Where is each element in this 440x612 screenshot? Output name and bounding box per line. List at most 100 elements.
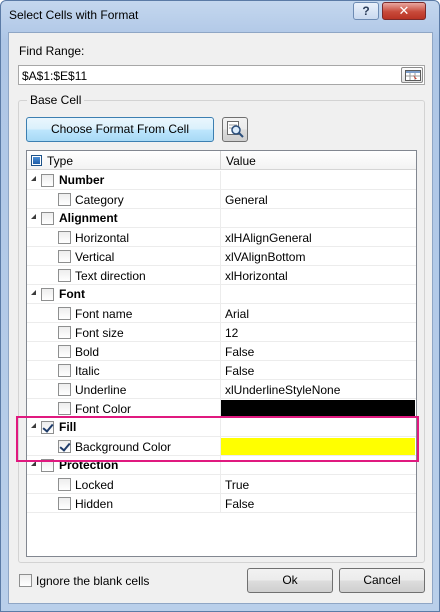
item-label: Font Color [75,402,132,416]
tree-item-row[interactable]: Bold False [27,342,416,361]
item-value: False [225,364,255,378]
cancel-button[interactable]: Cancel [339,568,425,593]
tree-item-row[interactable]: Category General [27,190,416,209]
close-button[interactable]: ✕ [382,2,426,20]
item-label: Text direction [75,269,146,283]
type-column-header[interactable]: Type [47,154,73,168]
tree-item-row[interactable]: Underline xlUnderlineStyleNone [27,380,416,399]
item-checkbox[interactable] [58,250,71,263]
tree-category-row[interactable]: Font [27,285,416,304]
range-select-icon [405,70,421,81]
base-cell-group: Base Cell Choose Format From Cell Type V… [18,93,425,563]
column-divider [220,494,221,513]
item-checkbox[interactable] [58,497,71,510]
item-value: xlVAlignBottom [225,250,306,264]
tree-category-row[interactable]: Number [27,171,416,190]
category-label: Font [59,287,85,301]
tree-item-row[interactable]: Vertical xlVAlignBottom [27,247,416,266]
item-label: Vertical [75,250,115,264]
item-label: Font name [75,307,133,321]
item-checkbox[interactable] [58,402,71,415]
column-divider [220,304,221,323]
item-checkbox[interactable] [58,345,71,358]
magnifier-icon [227,121,244,138]
column-divider [220,209,221,228]
item-checkbox[interactable] [58,231,71,244]
column-divider [220,380,221,399]
base-cell-label: Base Cell [27,93,85,107]
category-checkbox[interactable] [41,212,54,225]
column-divider [220,342,221,361]
fill-highlight-box [16,416,419,462]
item-checkbox[interactable] [58,478,71,491]
tree-item-row[interactable]: Hidden False [27,494,416,513]
tree-item-row[interactable]: Horizontal xlHAlignGeneral [27,228,416,247]
column-divider [220,228,221,247]
choose-format-button[interactable]: Choose Format From Cell [26,117,214,142]
tree-category-row[interactable]: Alignment [27,209,416,228]
help-button[interactable]: ? [353,2,379,20]
column-divider [220,247,221,266]
item-value: General [225,193,268,207]
row-divider [27,512,416,513]
find-range-value[interactable]: $A$1:$E$11 [22,69,87,83]
category-label: Number [59,173,105,187]
preview-button[interactable] [222,117,248,142]
tree-item-row[interactable]: Font name Arial [27,304,416,323]
color-swatch [221,400,415,417]
ignore-blank-checkbox[interactable] [19,574,32,587]
item-label: Underline [75,383,127,397]
item-label: Category [75,193,124,207]
find-range-input[interactable]: $A$1:$E$11 [18,65,425,85]
tree-item-row[interactable]: Locked True [27,475,416,494]
ignore-blank-label[interactable]: Ignore the blank cells [36,574,149,588]
item-value: True [225,478,250,492]
format-tree[interactable]: Type Value Number Category General Alignmen… [26,150,417,557]
column-divider [220,190,221,209]
item-value: False [225,345,255,359]
title-bar: Select Cells with Format ? ✕ [1,1,439,31]
item-label: Horizontal [75,231,130,245]
item-checkbox[interactable] [58,383,71,396]
window-title: Select Cells with Format [9,8,139,22]
tree-item-row[interactable]: Italic False [27,361,416,380]
collapse-arrow-icon[interactable] [31,176,36,181]
item-label: Italic [75,364,100,378]
item-checkbox[interactable] [58,326,71,339]
column-divider [220,171,221,190]
column-divider[interactable] [220,151,221,170]
select-all-checkbox[interactable] [31,155,42,166]
value-column-header[interactable]: Value [226,154,256,168]
collapse-arrow-icon[interactable] [31,214,36,219]
item-label: Locked [75,478,114,492]
collapse-arrow-icon[interactable] [31,290,36,295]
item-checkbox[interactable] [58,307,71,320]
column-divider [220,475,221,494]
column-divider [220,361,221,380]
item-label: Bold [75,345,100,359]
column-divider [220,285,221,304]
item-label: Font size [75,326,124,340]
item-value: xlHorizontal [225,269,288,283]
category-checkbox[interactable] [41,174,54,187]
column-divider [220,266,221,285]
column-divider [220,323,221,342]
tree-item-row[interactable]: Text direction xlHorizontal [27,266,416,285]
item-checkbox[interactable] [58,364,71,377]
item-value: False [225,497,255,511]
item-label: Hidden [75,497,114,511]
item-value: Arial [225,307,250,321]
ok-button[interactable]: Ok [247,568,333,593]
item-value: xlHAlignGeneral [225,231,312,245]
tree-item-row[interactable]: Font size 12 [27,323,416,342]
tree-header: Type Value [27,151,416,170]
range-select-button[interactable] [401,67,423,83]
category-label: Alignment [59,211,118,225]
item-value: 12 [225,326,239,340]
find-range-label: Find Range: [19,44,85,58]
dialog-window: Select Cells with Format ? ✕ Find Range:… [0,0,440,612]
item-checkbox[interactable] [58,269,71,282]
item-checkbox[interactable] [58,193,71,206]
item-value: xlUnderlineStyleNone [225,383,341,397]
category-checkbox[interactable] [41,288,54,301]
